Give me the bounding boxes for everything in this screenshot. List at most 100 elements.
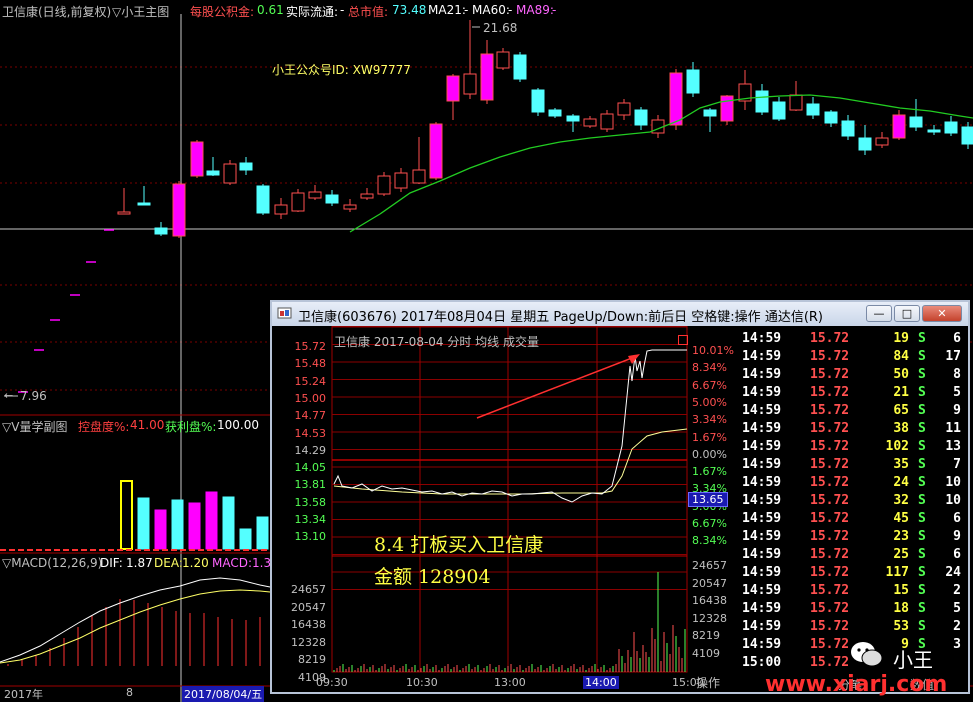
candle <box>858 125 872 155</box>
price-tick: 13.34 <box>294 513 327 526</box>
trade-side: S <box>918 367 926 382</box>
trade-num: 2 <box>953 619 961 634</box>
intraday-chart[interactable] <box>272 326 740 692</box>
trade-row[interactable]: 14:59 15.72 50 S 8 <box>740 367 973 385</box>
float-label: 实际流通: <box>286 5 339 19</box>
trade-row[interactable]: 14:59 15.72 117 S 24 <box>740 565 973 583</box>
candle <box>806 97 820 119</box>
trade-num: 8 <box>953 367 961 382</box>
trade-vol: 35 <box>893 457 909 472</box>
trade-row[interactable]: 14:59 15.72 25 S 6 <box>740 547 973 565</box>
time-tick: 09:30 <box>316 676 348 689</box>
ma60-label: MA60: <box>472 3 510 17</box>
percent-tick: 10.01% <box>692 344 734 357</box>
annotation-arrow <box>476 355 638 419</box>
trade-row[interactable]: 14:59 15.72 45 S 6 <box>740 511 973 529</box>
price-tick: 13.10 <box>294 530 327 544</box>
trade-side: S <box>918 619 926 634</box>
axis-current-date: 2017/08/04/五 <box>182 686 265 702</box>
trade-row[interactable]: 14:59 15.72 15 S 2 <box>740 583 973 601</box>
candle <box>617 99 631 120</box>
candle <box>360 188 374 200</box>
volume-sub-bar <box>154 509 167 550</box>
candle <box>892 110 906 140</box>
candle <box>206 157 220 176</box>
moving-average-line <box>349 94 973 233</box>
tick-trade-list[interactable]: 14:59 15.72 19 S 6 14:59 15.72 84 S 17 14:59 15.72 5… <box>740 331 973 673</box>
macd-label: MACD: <box>212 556 253 570</box>
trade-row[interactable]: 14:59 15.72 35 S 7 <box>740 457 973 475</box>
trade-side: S <box>918 349 926 364</box>
candle <box>824 110 838 127</box>
trade-vol: 15 <box>893 583 909 598</box>
close-button[interactable]: ✕ <box>922 305 962 322</box>
trade-row[interactable]: 14:59 15.72 102 S 13 <box>740 439 973 457</box>
trade-num: 5 <box>953 385 961 400</box>
candle <box>394 168 408 192</box>
price-tick: 15.48 <box>294 357 327 371</box>
trade-price: 15.72 <box>810 493 850 508</box>
window-titlebar[interactable]: 卫信康(603676) 2017年08月04日 星期五 PageUp/Down:… <box>272 302 968 326</box>
candle <box>772 97 786 121</box>
trade-time: 15:00 <box>742 655 782 670</box>
trade-row[interactable]: 14:59 15.72 18 S 5 <box>740 601 973 619</box>
candle <box>669 69 683 130</box>
trade-row[interactable]: 14:59 15.72 24 S 10 <box>740 475 973 493</box>
minimize-button[interactable]: — <box>866 305 892 322</box>
candle <box>634 107 648 130</box>
volume-sub-chart <box>120 480 269 550</box>
trade-price: 15.72 <box>810 601 850 616</box>
trade-row[interactable]: 14:59 15.72 38 S 11 <box>740 421 973 439</box>
trade-price: 15.72 <box>810 439 850 454</box>
candle <box>377 172 391 196</box>
dif-value: 1.87 <box>126 556 153 570</box>
wechat-watermark: 小王 <box>893 648 933 672</box>
trade-row[interactable]: 14:59 15.72 23 S 9 <box>740 529 973 547</box>
float-value: - <box>340 3 345 17</box>
ma21-value: - <box>464 3 469 17</box>
tab-operate[interactable]: 操作 <box>696 674 736 690</box>
volume-tick-left: 20547 <box>291 600 326 614</box>
view-label[interactable]: ▽小王主图 <box>112 3 169 20</box>
trade-row[interactable]: 14:59 15.72 65 S 9 <box>740 403 973 421</box>
trade-vol: 38 <box>893 421 909 436</box>
maximize-button[interactable]: □ <box>894 305 920 322</box>
candle <box>961 122 973 149</box>
trade-num: 9 <box>953 403 961 418</box>
trade-row[interactable]: 14:59 15.72 19 S 6 <box>740 331 973 349</box>
candle <box>239 157 253 175</box>
sub-chart-title[interactable]: ▽V量学副图 <box>2 418 67 435</box>
volume-tick-left: 12328 <box>291 635 326 649</box>
candle <box>755 84 769 115</box>
price-tick: 15.00 <box>294 391 327 405</box>
volume-sub-bar <box>239 528 252 550</box>
profit-label: 获利盘%: <box>165 420 217 434</box>
trade-time: 14:59 <box>742 583 782 598</box>
volume-sub-bar <box>137 497 150 550</box>
trade-vol: 23 <box>893 529 909 544</box>
trade-vol: 25 <box>893 547 909 562</box>
trade-row[interactable]: 14:59 15.72 21 S 5 <box>740 385 973 403</box>
trade-row[interactable]: 14:59 15.72 53 S 2 <box>740 619 973 637</box>
trade-vol: 84 <box>893 349 909 364</box>
trade-num: 13 <box>945 439 961 454</box>
trade-price: 15.72 <box>810 655 850 670</box>
ma60-value: - <box>508 3 513 17</box>
percent-tick: 1.67% <box>692 465 727 479</box>
trade-num: 9 <box>953 529 961 544</box>
trade-time: 14:59 <box>742 439 782 454</box>
site-watermark: www.xiarj.com <box>765 672 948 697</box>
price-tick: 15.24 <box>294 374 327 388</box>
trade-vol: 19 <box>893 331 909 346</box>
expand-icon[interactable] <box>678 335 688 345</box>
volume-tick-left: 8219 <box>298 653 326 667</box>
candle <box>137 186 151 206</box>
trade-row[interactable]: 14:59 15.72 32 S 10 <box>740 493 973 511</box>
trade-price: 15.72 <box>810 547 850 562</box>
volume-sub-bar <box>222 496 235 550</box>
trade-time: 14:59 <box>742 367 782 382</box>
trade-row[interactable]: 14:59 15.72 84 S 17 <box>740 349 973 367</box>
trade-time: 14:59 <box>742 331 782 346</box>
price-tick: 14.05 <box>294 461 327 475</box>
macd-title[interactable]: ▽MACD(12,26,9) <box>2 556 102 570</box>
